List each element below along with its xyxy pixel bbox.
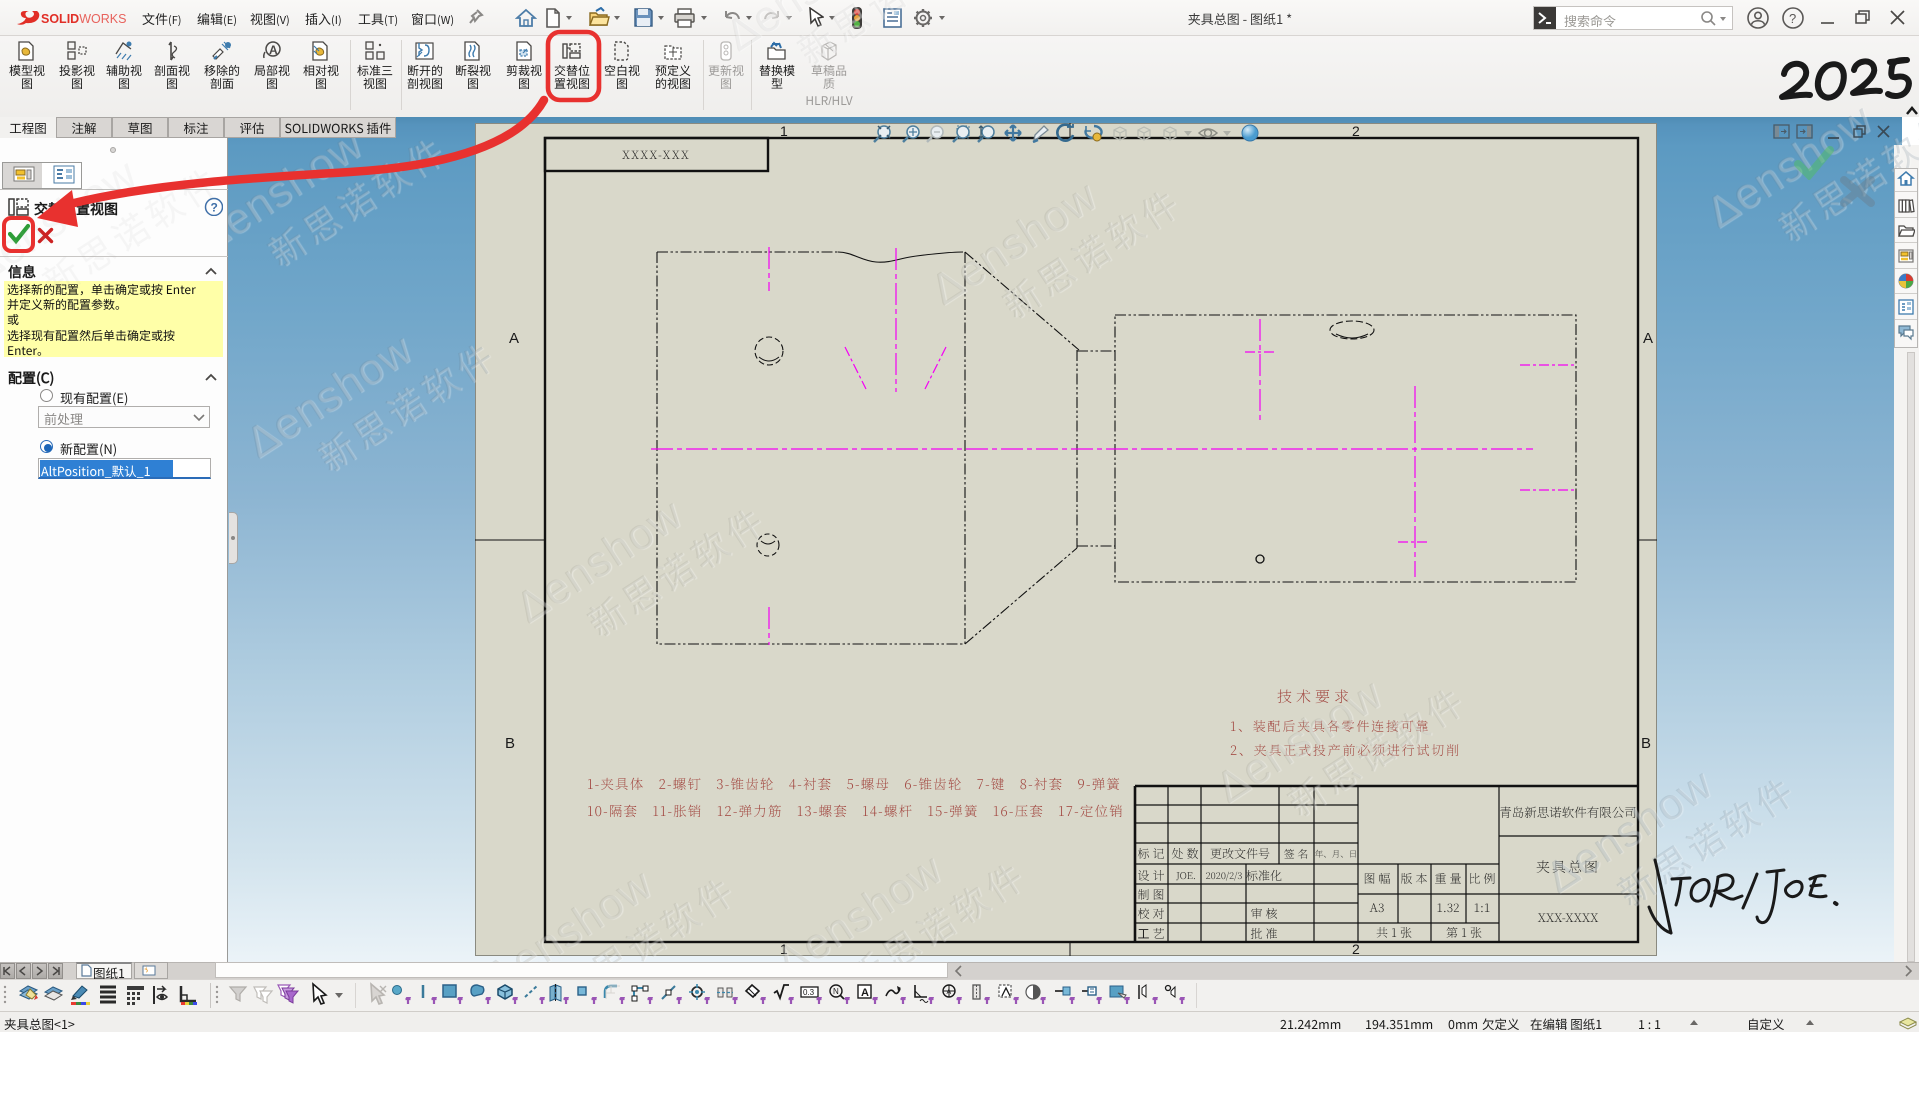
svg-text:A: A <box>269 43 278 57</box>
svg-text:校 对: 校 对 <box>1137 905 1164 922</box>
svg-text:?: ? <box>1789 11 1796 26</box>
svg-text:批 准: 批 准 <box>1250 925 1277 942</box>
svg-text:青岛新思诺软件有限公司: 青岛新思诺软件有限公司 <box>1499 803 1637 821</box>
svg-text:?: ? <box>211 201 218 215</box>
svg-text:A: A <box>947 989 952 996</box>
svg-text:图 幅: 图 幅 <box>1363 870 1390 887</box>
svg-text:版 本: 版 本 <box>1400 870 1427 887</box>
svg-text:A: A <box>1643 330 1653 347</box>
svg-text:1.32: 1.32 <box>1436 899 1459 916</box>
svg-text:B: B <box>505 735 515 752</box>
svg-text:1: 1 <box>780 123 788 139</box>
svg-text:工 艺: 工 艺 <box>1137 925 1164 942</box>
svg-text:1:1: 1:1 <box>1474 899 1491 916</box>
svg-text:标准化: 标准化 <box>1246 867 1282 884</box>
svg-text:处 数: 处 数 <box>1171 845 1198 862</box>
svg-text:签 名: 签 名 <box>1284 846 1309 862</box>
svg-text:A3: A3 <box>1370 899 1385 916</box>
svg-text:SOLIDWORKS: SOLIDWORKS <box>41 12 126 26</box>
svg-text:夹具总图: 夹具总图 <box>1536 857 1600 877</box>
svg-text:JOE.: JOE. <box>1175 868 1196 882</box>
svg-text:第 1 张: 第 1 张 <box>1446 924 1482 941</box>
svg-text:N: N <box>833 987 839 996</box>
svg-text:10-隔套 11-胀销 12-弹力筋 13-螺套: 10-隔套 11-胀销 12-弹力筋 13-螺套 14-螺杆 15-弹簧 16-… <box>587 800 1124 820</box>
svg-text:2020/2/3: 2020/2/3 <box>1206 868 1243 882</box>
svg-text:2: 2 <box>1352 123 1360 139</box>
svg-text:B: B <box>1641 735 1651 752</box>
svg-text:XXX-XXXX: XXX-XXXX <box>1538 909 1600 926</box>
svg-text:比 例: 比 例 <box>1468 870 1495 887</box>
svg-text:1-夹具体 2-螺钉 3-锥齿轮 4-衬套: 1-夹具体 2-螺钉 3-锥齿轮 4-衬套 5-螺母 6-锥齿轮 7-键 8-衬… <box>587 773 1121 793</box>
svg-text:A: A <box>861 987 869 999</box>
svg-text:年、月、日: 年、月、日 <box>1315 848 1358 860</box>
svg-text:技术要求: 技术要求 <box>1277 686 1353 707</box>
svg-text:1: 1 <box>780 941 788 956</box>
svg-text:2、夹具正式投产前必须进行试切削: 2、夹具正式投产前必须进行试切削 <box>1230 740 1461 759</box>
svg-text:共 1 张: 共 1 张 <box>1376 924 1412 941</box>
svg-text:A: A <box>509 330 519 347</box>
svg-text:重 量: 重 量 <box>1434 870 1461 887</box>
svg-text:1、装配后夹具各零件连接可靠: 1、装配后夹具各零件连接可靠 <box>1230 716 1430 735</box>
svg-text:2: 2 <box>1352 941 1360 956</box>
svg-text:审 核: 审 核 <box>1250 905 1278 922</box>
svg-text:制 图: 制 图 <box>1137 886 1164 903</box>
svg-text:0.3: 0.3 <box>803 988 815 997</box>
svg-text:标 记: 标 记 <box>1137 845 1164 862</box>
svg-text:更改文件号: 更改文件号 <box>1210 845 1270 862</box>
svg-text:XXXX-XXX: XXXX-XXX <box>622 147 690 163</box>
svg-text:设 计: 设 计 <box>1137 867 1164 884</box>
